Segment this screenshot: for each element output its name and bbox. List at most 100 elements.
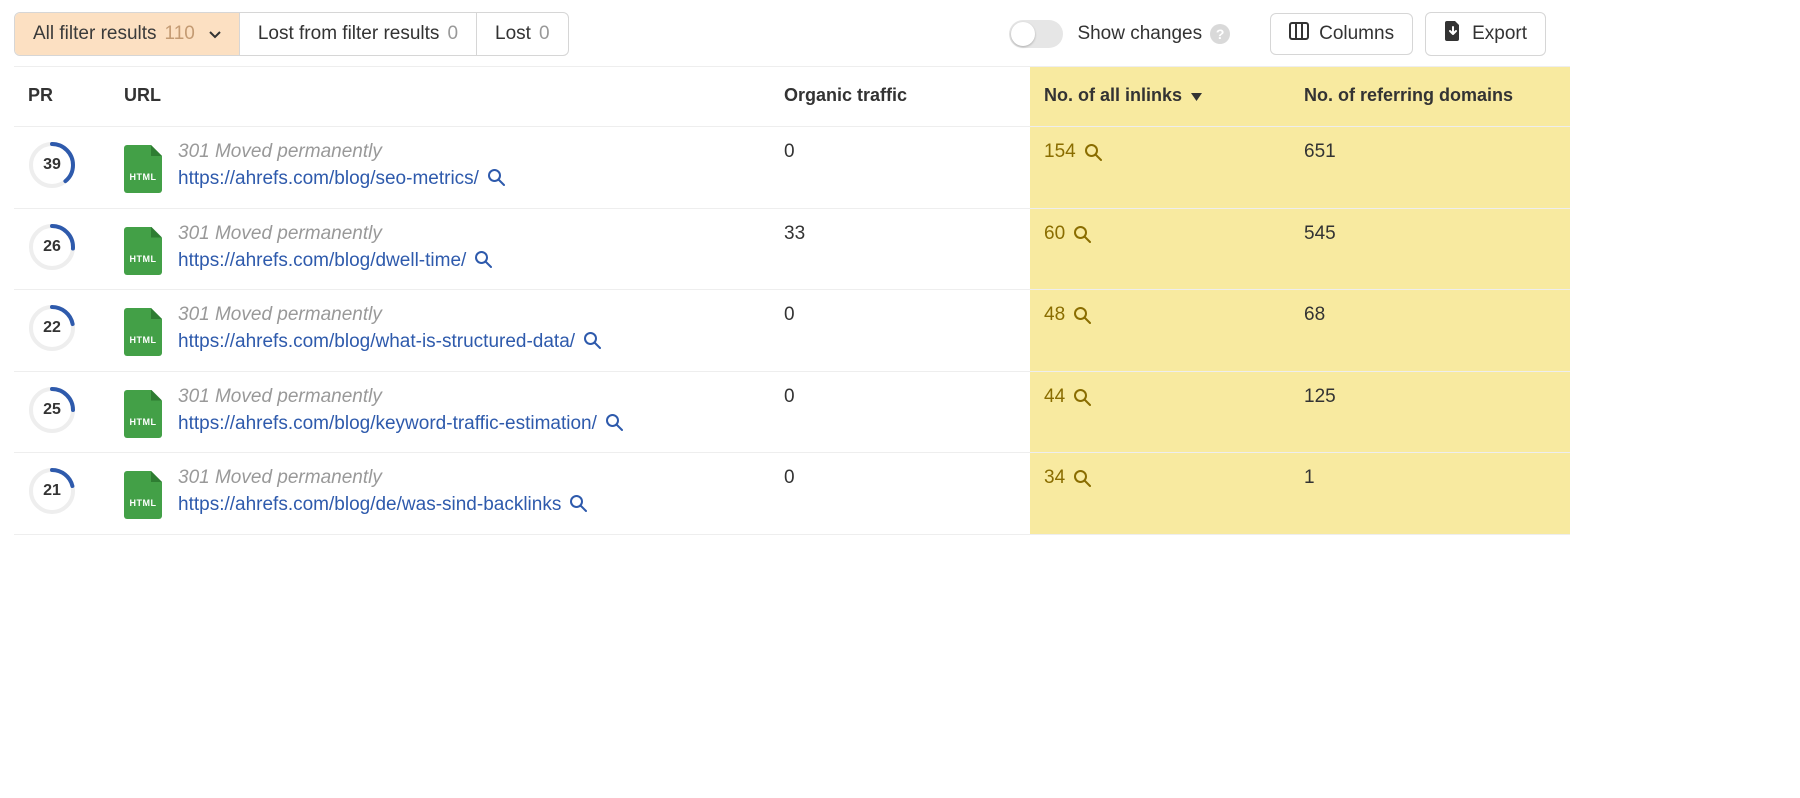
html-file-icon: HTML: [124, 227, 162, 275]
organic-traffic-value: 0: [784, 467, 795, 488]
organic-traffic-cell: 0: [770, 371, 1030, 453]
col-header-url[interactable]: URL: [110, 67, 770, 127]
tab-label: Lost: [495, 23, 531, 45]
url-cell: HTML 301 Moved permanently https://ahref…: [110, 290, 770, 372]
referring-domains-value: 1: [1304, 467, 1315, 488]
url-cell: HTML 301 Moved permanently https://ahref…: [110, 208, 770, 290]
url-cell: HTML 301 Moved permanently https://ahref…: [110, 371, 770, 453]
search-icon: [1073, 225, 1091, 243]
http-status: 301 Moved permanently: [178, 141, 756, 163]
pr-cell: 39: [14, 127, 110, 209]
pr-value: 39: [43, 156, 61, 174]
inlinks-cell: 44: [1030, 371, 1290, 453]
col-header-pr[interactable]: PR: [14, 67, 110, 127]
referring-domains-value: 651: [1304, 141, 1336, 162]
tab-lost-from-filter[interactable]: Lost from filter results 0: [240, 13, 477, 55]
url-cell: HTML 301 Moved permanently https://ahref…: [110, 453, 770, 535]
pr-value: 21: [43, 482, 61, 500]
html-file-icon: HTML: [124, 471, 162, 519]
columns-button[interactable]: Columns: [1270, 13, 1413, 55]
organic-traffic-cell: 0: [770, 127, 1030, 209]
tab-count: 0: [539, 23, 550, 45]
caret-down-icon: [209, 23, 221, 45]
inlinks-link[interactable]: 60: [1044, 223, 1091, 245]
referring-domains-value: 125: [1304, 386, 1336, 407]
show-changes-toggle[interactable]: [1009, 20, 1063, 48]
organic-traffic-cell: 0: [770, 453, 1030, 535]
url-link[interactable]: https://ahrefs.com/blog/de/was-sind-back…: [178, 494, 561, 515]
search-icon[interactable]: [569, 494, 587, 512]
search-icon: [1073, 388, 1091, 406]
pr-cell: 21: [14, 453, 110, 535]
inlinks-value: 60: [1044, 223, 1065, 245]
inlinks-value: 44: [1044, 386, 1065, 408]
pr-ring: 26: [28, 223, 76, 271]
pr-ring: 22: [28, 304, 76, 352]
filter-tabs: All filter results 110 Lost from filter …: [14, 12, 569, 56]
table-header-row: PR URL Organic traffic No. of all inlink…: [14, 67, 1570, 127]
col-header-organic-traffic[interactable]: Organic traffic: [770, 67, 1030, 127]
referring-domains-cell: 545: [1290, 208, 1570, 290]
pr-cell: 26: [14, 208, 110, 290]
sort-desc-icon: [1191, 85, 1202, 105]
tab-label: Lost from filter results: [258, 23, 440, 45]
pr-ring: 39: [28, 141, 76, 189]
col-header-referring-domains[interactable]: No. of referring domains: [1290, 67, 1570, 127]
search-icon[interactable]: [605, 413, 623, 431]
pr-value: 22: [43, 319, 61, 337]
referring-domains-cell: 68: [1290, 290, 1570, 372]
inlinks-link[interactable]: 34: [1044, 467, 1091, 489]
url-link[interactable]: https://ahrefs.com/blog/what-is-structur…: [178, 331, 575, 352]
inlinks-cell: 60: [1030, 208, 1290, 290]
search-icon[interactable]: [583, 331, 601, 349]
pr-cell: 22: [14, 290, 110, 372]
search-icon[interactable]: [487, 168, 505, 186]
tab-lost[interactable]: Lost 0: [477, 13, 568, 55]
search-icon: [1084, 143, 1102, 161]
search-icon[interactable]: [474, 250, 492, 268]
columns-label: Columns: [1319, 23, 1394, 45]
inlinks-value: 154: [1044, 141, 1076, 163]
referring-domains-value: 68: [1304, 304, 1325, 325]
referring-domains-cell: 1: [1290, 453, 1570, 535]
tab-all-filter-results[interactable]: All filter results 110: [15, 13, 240, 55]
organic-traffic-value: 0: [784, 386, 795, 407]
referring-domains-value: 545: [1304, 223, 1336, 244]
html-file-icon: HTML: [124, 145, 162, 193]
pr-ring: 21: [28, 467, 76, 515]
tab-count: 0: [447, 23, 458, 45]
inlinks-link[interactable]: 48: [1044, 304, 1091, 326]
inlinks-link[interactable]: 44: [1044, 386, 1091, 408]
tab-count: 110: [165, 23, 195, 45]
url-link[interactable]: https://ahrefs.com/blog/dwell-time/: [178, 250, 466, 271]
pr-ring: 25: [28, 386, 76, 434]
results-table: PR URL Organic traffic No. of all inlink…: [14, 66, 1570, 535]
organic-traffic-value: 0: [784, 304, 795, 325]
url-link[interactable]: https://ahrefs.com/blog/keyword-traffic-…: [178, 413, 597, 434]
inlinks-link[interactable]: 154: [1044, 141, 1102, 163]
http-status: 301 Moved permanently: [178, 304, 756, 326]
html-file-icon: HTML: [124, 308, 162, 356]
export-button[interactable]: Export: [1425, 12, 1546, 56]
organic-traffic-cell: 0: [770, 290, 1030, 372]
http-status: 301 Moved permanently: [178, 386, 756, 408]
table-row: 22 HTML 301 Moved permanently https://ah…: [14, 290, 1570, 372]
table-row: 25 HTML 301 Moved permanently https://ah…: [14, 371, 1570, 453]
inlinks-cell: 48: [1030, 290, 1290, 372]
url-link[interactable]: https://ahrefs.com/blog/seo-metrics/: [178, 168, 479, 189]
col-header-inlinks[interactable]: No. of all inlinks: [1030, 67, 1290, 127]
organic-traffic-value: 33: [784, 223, 805, 244]
show-changes-label: Show changes: [1077, 23, 1202, 45]
pr-cell: 25: [14, 371, 110, 453]
tab-label: All filter results: [33, 23, 157, 45]
http-status: 301 Moved permanently: [178, 467, 756, 489]
inlinks-value: 48: [1044, 304, 1065, 326]
toolbar: All filter results 110 Lost from filter …: [14, 12, 1546, 56]
table-row: 39 HTML 301 Moved permanently https://ah…: [14, 127, 1570, 209]
help-icon[interactable]: ?: [1210, 24, 1230, 44]
export-label: Export: [1472, 23, 1527, 45]
search-icon: [1073, 469, 1091, 487]
table-row: 26 HTML 301 Moved permanently https://ah…: [14, 208, 1570, 290]
table-row: 21 HTML 301 Moved permanently https://ah…: [14, 453, 1570, 535]
url-cell: HTML 301 Moved permanently https://ahref…: [110, 127, 770, 209]
